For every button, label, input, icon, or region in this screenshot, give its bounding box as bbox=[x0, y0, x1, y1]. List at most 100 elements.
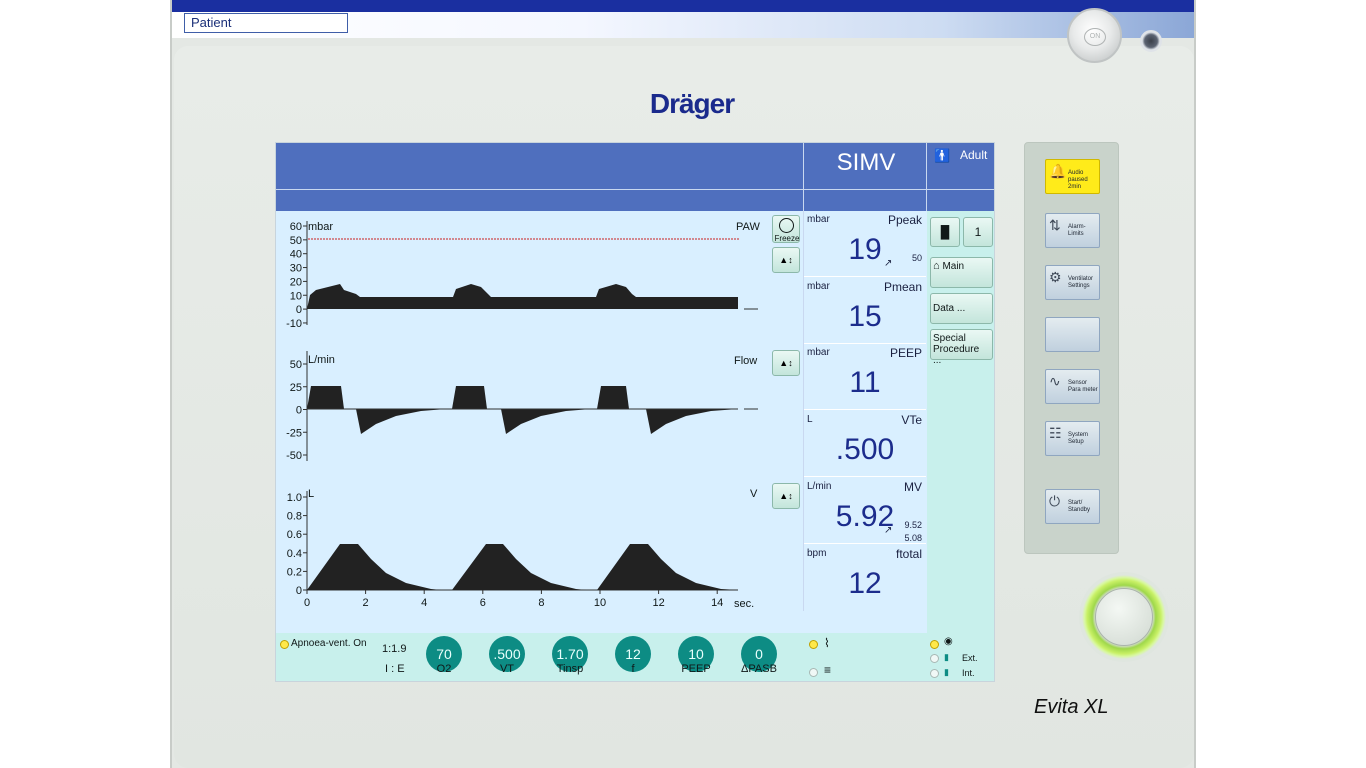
home-icon: ⌂ bbox=[933, 260, 940, 272]
x-tick-label: 6 bbox=[480, 597, 486, 609]
x-tick-label: 14 bbox=[711, 597, 723, 609]
measure-name: VTe bbox=[901, 413, 922, 427]
system-setup-icon: ☷ bbox=[1049, 425, 1062, 441]
measure-ftotal: bpm ftotal 12 bbox=[804, 545, 926, 611]
power-on-knob[interactable]: ON bbox=[1067, 8, 1122, 63]
measure-name: Ppeak bbox=[887, 213, 922, 227]
paw-y-tick-label: 40 bbox=[290, 249, 302, 261]
sensor-icon[interactable]: ⌇ bbox=[824, 636, 830, 650]
freeze-label: Freeze bbox=[774, 234, 800, 243]
measure-value: 15 bbox=[848, 300, 882, 333]
knob-value: .500 bbox=[493, 646, 521, 662]
knob-label: PEEP bbox=[681, 663, 711, 675]
volume-scale-button[interactable]: ▲↕ bbox=[772, 483, 800, 509]
data-label: Data ... bbox=[933, 303, 966, 314]
scale-icon: ▲↕ bbox=[779, 491, 793, 501]
measure-value: 12 bbox=[848, 567, 882, 600]
paw-y-tick-label: 50 bbox=[290, 235, 302, 247]
blank-button[interactable] bbox=[1045, 317, 1100, 352]
special-procedure-button[interactable]: Special Procedure ... bbox=[930, 329, 993, 366]
screen-layout-button[interactable]: 1 bbox=[963, 217, 993, 247]
sensor-led bbox=[809, 640, 818, 649]
data-button[interactable]: Data ... bbox=[930, 293, 993, 324]
ventilator-settings-button[interactable]: ⚙ Ventilator Settings bbox=[1045, 265, 1100, 300]
start-standby-button[interactable]: ⏻ Start/ Standby bbox=[1045, 489, 1100, 524]
paw-y-tick-label: -10 bbox=[286, 318, 302, 330]
nebulizer-icon[interactable]: ≡ bbox=[824, 663, 831, 677]
screen-number: 1 bbox=[974, 225, 982, 239]
ventilator-settings-label: Ventilator Settings bbox=[1068, 276, 1094, 289]
measure-value: .500 bbox=[835, 433, 895, 466]
volume-breath-3 bbox=[597, 544, 738, 590]
limits-icon: ⇅ bbox=[1049, 217, 1061, 233]
measure-limit-low: 5.08 bbox=[904, 533, 922, 543]
x-axis-unit: sec. bbox=[734, 598, 755, 610]
main-label: Main bbox=[942, 261, 965, 272]
measure-name: PEEP bbox=[889, 346, 922, 360]
x-tick-label: 2 bbox=[363, 597, 369, 609]
knob-label: f bbox=[631, 663, 635, 675]
knob-label: ΔPASB bbox=[741, 663, 777, 675]
paw-y-tick-label: 10 bbox=[290, 290, 302, 302]
special-label: Special Procedure ... bbox=[933, 333, 980, 366]
flow-unit: L/min bbox=[308, 354, 335, 366]
x-tick-label: 0 bbox=[304, 597, 310, 609]
volume-y-tick-label: 0.2 bbox=[287, 566, 302, 578]
paw-y-tick-label: 30 bbox=[290, 263, 302, 275]
flow-name: Flow bbox=[734, 355, 758, 367]
secondary-knob[interactable] bbox=[1140, 30, 1162, 52]
volume-y-tick-label: 0.8 bbox=[287, 511, 302, 523]
int-led bbox=[930, 669, 939, 678]
patient-field[interactable]: Patient bbox=[184, 13, 348, 33]
freeze-button[interactable]: Freeze bbox=[772, 215, 800, 243]
volume-y-tick-label: 1.0 bbox=[287, 492, 302, 504]
power-icon: ⏻ bbox=[1049, 493, 1061, 509]
measure-unit: L bbox=[807, 414, 813, 425]
alarm-bell-icon: 🔔 bbox=[1049, 163, 1067, 179]
sensor-parameter-button[interactable]: ∿ Sensor Para meter bbox=[1045, 369, 1100, 404]
limit-icon: ↗ bbox=[884, 258, 893, 269]
audio-paused-label: Audio paused 2min bbox=[1068, 170, 1088, 190]
ext-led bbox=[930, 654, 939, 663]
apnoea-status[interactable]: Apnoea-vent. On bbox=[291, 638, 367, 649]
ventilation-mode[interactable]: SIMV bbox=[806, 147, 926, 179]
measure-name: MV bbox=[904, 480, 922, 494]
eye-icon: ◉ bbox=[944, 636, 953, 647]
paw-scale-button[interactable]: ▲↕ bbox=[772, 247, 800, 273]
start-standby-label: Start/ Standby bbox=[1068, 500, 1091, 513]
flow-exp-3 bbox=[646, 409, 738, 434]
knob-value: 10 bbox=[688, 646, 704, 662]
apnoea-led bbox=[280, 640, 289, 649]
flow-insp-1 bbox=[307, 386, 344, 409]
volume-breath-1 bbox=[307, 544, 441, 590]
measure-pmean: mbar Pmean 15 bbox=[804, 278, 926, 344]
measure-mv: L/min MV 5.92 ↗ 9.52 5.08 bbox=[804, 478, 926, 544]
ventilator-app: Patient ON Dräger SIMV 🚹 Adult 60 50 40 … bbox=[170, 0, 1196, 768]
measure-name: Pmean bbox=[883, 280, 922, 294]
flow-y-tick-label: 0 bbox=[296, 405, 302, 417]
on-label: ON bbox=[1084, 28, 1106, 46]
main-button[interactable]: ⌂ Main bbox=[930, 257, 993, 288]
knob-value: 1.70 bbox=[556, 646, 584, 662]
measure-vte: L VTe .500 bbox=[804, 411, 926, 477]
volume-name: V bbox=[750, 488, 758, 500]
knob-value: 12 bbox=[625, 646, 641, 662]
flow-insp-2 bbox=[452, 386, 487, 409]
alarm-limits-button[interactable]: ⇅ Alarm-Limits bbox=[1045, 213, 1100, 248]
measure-value: 11 bbox=[849, 366, 881, 399]
audio-paused-button[interactable]: 🔔 Audio paused 2min bbox=[1045, 159, 1100, 194]
flow-y-tick-label: -50 bbox=[286, 450, 302, 462]
title-bar bbox=[172, 0, 1194, 12]
flow-scale-button[interactable]: ▲↕ bbox=[772, 350, 800, 376]
flow-graph bbox=[306, 351, 758, 461]
knob-value: 0 bbox=[755, 646, 763, 662]
ext-label: Ext. bbox=[962, 653, 978, 663]
rotary-dial[interactable] bbox=[1079, 572, 1169, 662]
knob-label: Tinsp bbox=[556, 663, 584, 675]
rotary-dial-center bbox=[1095, 588, 1153, 646]
system-setup-button[interactable]: ☷ System Setup bbox=[1045, 421, 1100, 456]
volume-y-tick-label: 0 bbox=[296, 585, 302, 597]
flow-y-tick-label: -25 bbox=[286, 427, 302, 439]
divider bbox=[926, 143, 927, 211]
trends-button[interactable]: ▐▌ bbox=[930, 217, 960, 247]
